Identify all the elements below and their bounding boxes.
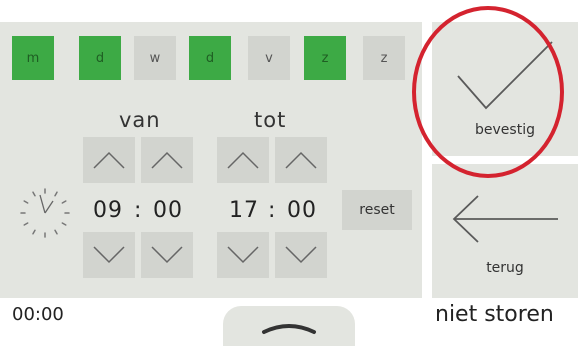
- day-toggle-wednesday[interactable]: w: [134, 36, 176, 80]
- chevron-down-icon: [227, 246, 259, 264]
- chevron-up-icon: [93, 151, 125, 169]
- chevron-down-icon: [93, 246, 125, 264]
- from-hour-down-button[interactable]: [83, 232, 135, 278]
- current-time: 00:00: [12, 304, 64, 325]
- arrow-left-icon: [452, 195, 558, 243]
- to-label: tot: [254, 108, 287, 132]
- clock-icon: [18, 186, 72, 244]
- from-label: van: [119, 108, 161, 132]
- to-minute-up-button[interactable]: [275, 137, 327, 183]
- chevron-up-icon: [227, 151, 259, 169]
- chevron-up-icon: [285, 151, 317, 169]
- expand-tab[interactable]: [223, 306, 355, 346]
- from-minute-value: 00: [153, 198, 183, 223]
- from-time-separator: :: [134, 198, 143, 223]
- day-toggle-sunday[interactable]: z: [363, 36, 405, 80]
- from-minute-down-button[interactable]: [141, 232, 193, 278]
- from-hour-up-button[interactable]: [83, 137, 135, 183]
- back-button[interactable]: terug: [432, 164, 578, 298]
- to-hour-up-button[interactable]: [217, 137, 269, 183]
- to-time-separator: :: [268, 198, 277, 223]
- day-toggle-saturday[interactable]: z: [304, 36, 346, 80]
- from-hour-value: 09: [93, 198, 123, 223]
- chevron-down-icon: [151, 246, 183, 264]
- mode-title: niet storen: [435, 302, 554, 327]
- back-label: terug: [486, 260, 524, 276]
- chevron-up-icon: [262, 324, 316, 334]
- from-minute-up-button[interactable]: [141, 137, 193, 183]
- day-toggle-tuesday[interactable]: d: [79, 36, 121, 80]
- chevron-down-icon: [285, 246, 317, 264]
- day-toggle-friday[interactable]: v: [248, 36, 290, 80]
- day-toggle-monday[interactable]: m: [12, 36, 54, 80]
- to-hour-value: 17: [229, 198, 259, 223]
- day-toggle-thursday[interactable]: d: [189, 36, 231, 80]
- to-hour-down-button[interactable]: [217, 232, 269, 278]
- reset-button[interactable]: reset: [342, 190, 412, 230]
- to-minute-value: 00: [287, 198, 317, 223]
- highlight-ring: [412, 6, 564, 178]
- chevron-up-icon: [151, 151, 183, 169]
- to-minute-down-button[interactable]: [275, 232, 327, 278]
